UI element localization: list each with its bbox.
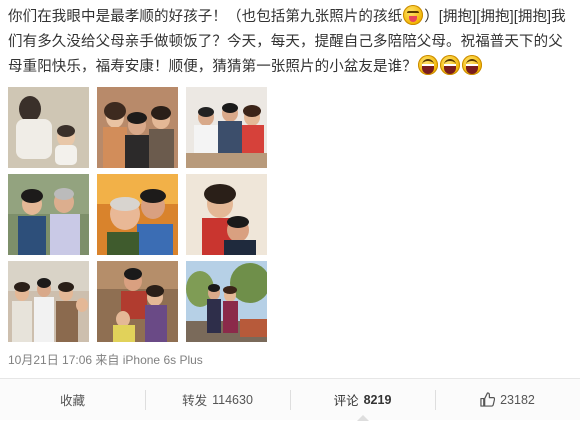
comment-button[interactable]: 评论 8219 [290,379,435,421]
repost-label: 转发 [182,394,208,408]
tongue-out-emoji-icon [403,5,424,25]
like-count: 23182 [500,392,535,407]
photo-9[interactable] [186,261,267,342]
photo-2[interactable] [97,87,178,168]
photo-7[interactable] [8,261,89,342]
thumbs-up-icon [480,392,496,407]
photo-6[interactable] [186,174,267,255]
post-meta: 10月21日 17:06 来自 iPhone 6s Plus [8,351,203,368]
repost-button[interactable]: 转发 114630 [145,379,290,420]
laughing-emoji-icon [417,55,438,75]
action-bar: 收藏 转发 114630 评论 8219 23182 [0,378,580,421]
photo-8[interactable] [97,261,178,342]
post-time[interactable]: 10月21日 17:06 [8,353,92,367]
photo-4[interactable] [8,174,89,255]
laughing-emoji-icon [439,55,460,75]
like-button[interactable]: 23182 [435,379,580,420]
favorite-label: 收藏 [59,394,85,408]
comment-count: 8219 [363,392,392,407]
post-text-part-1: 你们在我眼中是最孝顺的好孩子！（也包括第九张照片的孩纸 [8,9,403,25]
photo-1[interactable] [8,87,89,168]
post-source[interactable]: 来自 iPhone 6s Plus [95,353,202,367]
photo-grid [8,87,267,342]
photo-3[interactable] [186,87,267,168]
laughing-emoji-icon [461,55,482,75]
repost-count: 114630 [212,392,253,407]
post-text: 你们在我眼中是最孝顺的好孩子！（也包括第九张照片的孩纸 ）[拥抱][拥抱][拥抱]… [8,5,574,80]
comment-label: 评论 [333,394,359,408]
favorite-button[interactable]: 收藏 [0,379,145,420]
photo-5[interactable] [97,174,178,255]
